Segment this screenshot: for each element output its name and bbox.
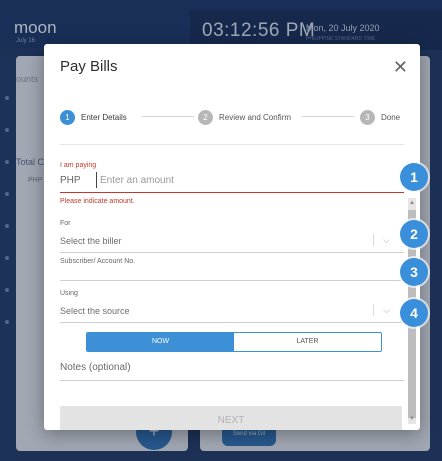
step-number: 3 <box>360 109 375 125</box>
chevron-down-icon[interactable]: ⌵ <box>383 235 390 246</box>
annotation-badge-3: 3 <box>400 258 428 286</box>
schedule-toggle: NOW LATER <box>86 332 382 352</box>
amount-label: I am paying <box>60 162 97 169</box>
step-enter-details: 1 Enter Details <box>60 108 127 126</box>
amount-underline <box>60 192 404 193</box>
for-label: For <box>60 220 71 227</box>
scroll-down-icon[interactable]: ▼ <box>409 416 415 422</box>
account-number-field[interactable]: Subscriber/ Account No. <box>60 258 135 265</box>
toggle-later[interactable]: LATER <box>234 333 381 351</box>
header-divider <box>60 144 404 145</box>
biller-select[interactable]: Select the biller <box>60 236 122 246</box>
annotation-badge-1: 1 <box>400 163 428 191</box>
chevron-down-icon[interactable]: ⌵ <box>383 305 390 316</box>
modal-title: Pay Bills <box>60 58 118 75</box>
source-select[interactable]: Select the source <box>60 306 130 316</box>
annotation-badge-2: 2 <box>400 220 428 248</box>
using-label: Using <box>60 290 78 297</box>
toggle-now[interactable]: NOW <box>87 333 234 351</box>
select-separator <box>373 304 374 316</box>
stepper: 1 Enter Details 2 Review and Confirm 3 D… <box>60 108 404 128</box>
step-number: 1 <box>60 109 75 125</box>
close-icon[interactable]: ✕ <box>393 58 408 76</box>
currency-label: PHP <box>60 175 81 186</box>
step-connector <box>142 116 194 117</box>
notes-underline <box>60 380 404 381</box>
amount-input[interactable] <box>96 172 346 188</box>
step-label: Review and Confirm <box>219 112 292 122</box>
annotation-badge-4: 4 <box>400 299 428 327</box>
source-underline <box>60 322 404 323</box>
biller-underline <box>60 252 404 253</box>
next-button[interactable]: NEXT <box>60 406 402 430</box>
account-underline <box>60 280 404 281</box>
amount-error: Please indicate amount. <box>60 198 135 205</box>
select-separator <box>373 234 374 246</box>
step-label: Enter Details <box>81 112 127 122</box>
step-connector <box>302 116 354 117</box>
step-label: Done <box>381 112 401 122</box>
notes-input[interactable]: Notes (optional) <box>60 362 131 373</box>
step-number: 2 <box>198 109 213 125</box>
step-review-confirm: 2 Review and Confirm <box>198 108 291 126</box>
step-done: 3 Done <box>360 108 400 126</box>
pay-bills-modal: Pay Bills ✕ 1 Enter Details 2 Review and… <box>44 44 420 430</box>
scroll-up-icon[interactable]: ▲ <box>409 200 415 206</box>
